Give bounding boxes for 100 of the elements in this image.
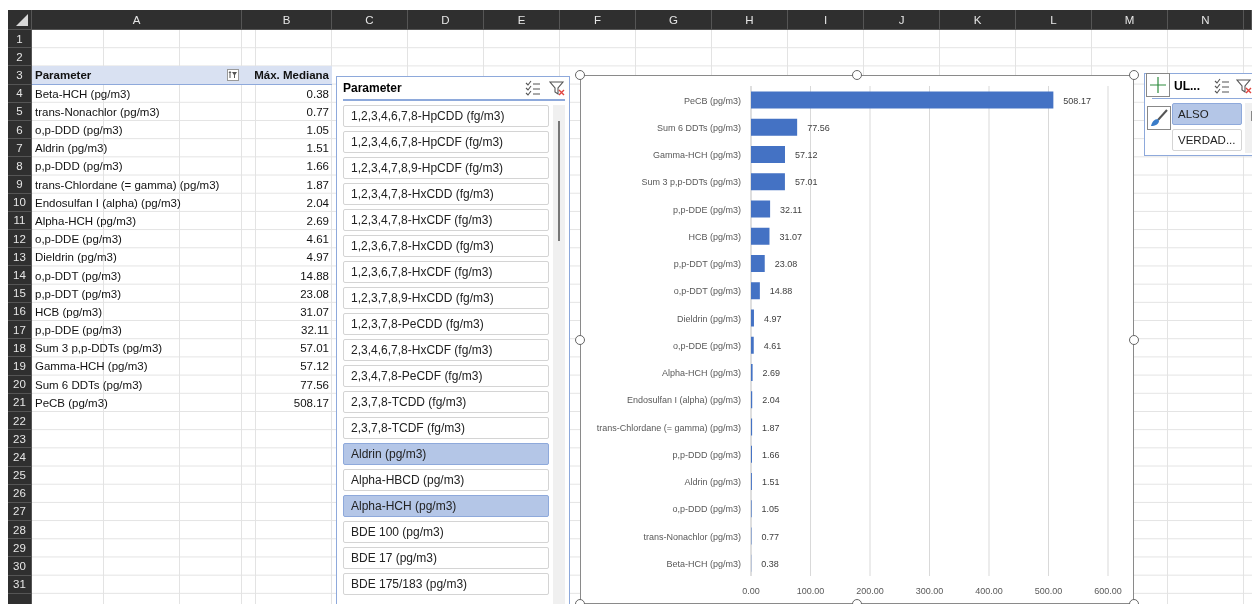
column-header[interactable]: C	[332, 10, 408, 30]
table-cell-text: 1.51	[305, 141, 330, 157]
data-label: 1.51	[761, 477, 780, 487]
multi-select-button[interactable]	[1214, 78, 1230, 94]
row-header[interactable]: 24	[8, 448, 32, 467]
table-cell-text: 4.61	[305, 232, 330, 248]
column-header[interactable]: M	[1092, 10, 1168, 30]
slicer-item[interactable]: 1,2,3,6,7,8-HxCDF (fg/m3)	[343, 261, 550, 283]
column-header[interactable]: J	[864, 10, 940, 30]
clear-filter-button[interactable]	[549, 80, 565, 96]
table-cell-text: 31.07	[299, 304, 330, 320]
row-header[interactable]: 19	[8, 357, 32, 376]
bar	[751, 173, 785, 191]
column-header[interactable]: A	[32, 10, 242, 30]
scrollbar-thumb[interactable]	[558, 121, 561, 241]
axis-label: trans-Chlordane (= gamma) (pg/m3)	[596, 422, 741, 433]
column-header[interactable]: B	[242, 10, 332, 30]
row-header[interactable]: 2	[8, 48, 32, 67]
slicer-item[interactable]: 1,2,3,4,7,8,9-HpCDF (fg/m3)	[343, 157, 550, 179]
data-label: 1.66	[762, 449, 780, 460]
bar	[751, 255, 765, 272]
slicer-item[interactable]: BDE 100 (pg/m3)	[343, 521, 550, 543]
resize-handle[interactable]	[575, 70, 585, 80]
row-header[interactable]: 3	[8, 66, 32, 85]
table-cell-text: p,p-DDD (pg/m3)	[34, 159, 124, 175]
clear-filter-button[interactable]	[1236, 78, 1252, 94]
slicer-title: UL...	[1174, 79, 1201, 93]
row-header[interactable]: 28	[8, 521, 32, 540]
select-all-button[interactable]	[8, 10, 32, 30]
row-header[interactable]: 29	[8, 539, 32, 558]
slicer-item[interactable]: Alpha-HBCD (pg/m3)	[343, 469, 550, 491]
table-cell-text: 23.08	[299, 286, 330, 302]
column-header[interactable]: G	[636, 10, 712, 30]
axis-label: PeCB (pg/m3)	[683, 95, 741, 106]
multi-select-button[interactable]	[525, 80, 541, 96]
axis-tick-label: 100.00	[796, 586, 825, 596]
data-label: 1.05	[761, 504, 780, 515]
data-label: 23.08	[774, 259, 798, 269]
column-header[interactable]: L	[1016, 10, 1092, 30]
slicer-item[interactable]: 1,2,3,4,6,7,8-HpCDD (fg/m3)	[343, 105, 550, 127]
column-header[interactable]: H	[712, 10, 788, 30]
slicer-item[interactable]: 1,2,3,4,6,7,8-HpCDF (fg/m3)	[343, 131, 550, 153]
slicer-item[interactable]: ALSO	[1172, 103, 1242, 125]
axis-label: o,p-DDT (pg/m3)	[673, 286, 741, 297]
slicer-item[interactable]: 2,3,4,7,8-PeCDF (fg/m3)	[343, 365, 550, 387]
data-label: 4.61	[763, 340, 782, 351]
axis-label: o,p-DDE (pg/m3)	[672, 340, 741, 351]
column-header[interactable]: E	[484, 10, 560, 30]
row-header[interactable]: 8	[8, 157, 32, 176]
row-header[interactable]: 18	[8, 339, 32, 358]
axis-label: HCB (pg/m3)	[688, 231, 741, 242]
table-cell-text: o,p-DDE (pg/m3)	[34, 232, 123, 248]
slicer-item[interactable]: 1,2,3,4,7,8-HxCDF (fg/m3)	[343, 209, 550, 231]
slicer-item[interactable]: 1,2,3,7,8-PeCDD (fg/m3)	[343, 313, 550, 335]
row-header[interactable]: 7	[8, 139, 32, 158]
data-label: 2.04	[762, 395, 780, 406]
axis-label: Endosulfan I (alpha) (pg/m3)	[626, 395, 741, 406]
resize-handle[interactable]	[1129, 70, 1139, 80]
data-label: 57.01	[794, 177, 818, 188]
table-cell-text: p,p-DDT (pg/m3)	[34, 286, 123, 302]
slicer-item[interactable]: BDE 17 (pg/m3)	[343, 547, 550, 569]
column-header[interactable]: N	[1168, 10, 1244, 30]
column-header[interactable]: D	[408, 10, 484, 30]
table-cell-text: Sum 6 DDTs (pg/m3)	[34, 377, 144, 393]
row-header[interactable]: 23	[8, 430, 32, 449]
row-header[interactable]: 17	[8, 321, 32, 340]
slicer-item[interactable]: 1,2,3,7,8,9-HxCDD (fg/m3)	[343, 287, 550, 309]
slicer-item[interactable]: 1,2,3,4,7,8-HxCDD (fg/m3)	[343, 183, 550, 205]
column-header[interactable]: K	[940, 10, 1016, 30]
resize-handle[interactable]	[852, 70, 862, 80]
slicer-item[interactable]: 2,3,4,6,7,8-HxCDF (fg/m3)	[343, 339, 550, 361]
resize-handle[interactable]	[1129, 334, 1139, 345]
axis-label: o,p-DDD (pg/m3)	[672, 504, 741, 515]
column-header[interactable]: I	[788, 10, 864, 30]
axis-label: Beta-HCH (pg/m3)	[666, 558, 741, 569]
row-header[interactable]: 1	[8, 30, 32, 49]
scrollbar[interactable]	[553, 105, 565, 604]
sort-filter-button[interactable]	[227, 68, 239, 81]
table-cell-text: 57.12	[299, 359, 330, 375]
bar	[751, 227, 770, 245]
table-cell-text: trans-Nonachlor (pg/m3)	[34, 104, 161, 120]
slicer-item[interactable]: Aldrin (pg/m3)	[343, 443, 550, 465]
triangle-icon	[15, 13, 29, 27]
table-cell-text: 4.97	[305, 250, 330, 266]
data-label: 32.11	[780, 204, 802, 215]
table-cell-text: 2.69	[305, 213, 330, 229]
row-header[interactable]: 13	[8, 248, 32, 267]
slicer-item[interactable]: BDE 175/183 (pg/m3)	[343, 573, 550, 595]
row-header[interactable]: 14	[8, 266, 32, 285]
resize-handle[interactable]	[575, 334, 585, 345]
slicer-item[interactable]: Alpha-HCH (pg/m3)	[343, 495, 550, 517]
slicer-item[interactable]: 2,3,7,8-TCDF (fg/m3)	[343, 417, 550, 439]
slicer-item[interactable]: 2,3,7,8-TCDD (fg/m3)	[343, 391, 550, 413]
row-header[interactable]: 30	[8, 557, 32, 576]
row-header[interactable]: 12	[8, 230, 32, 249]
bar	[751, 146, 785, 163]
slicer-item[interactable]: VERDAD...	[1172, 129, 1242, 151]
column-header[interactable]: F	[560, 10, 636, 30]
axis-label: Sum 6 DDTs (pg/m3)	[656, 122, 741, 133]
slicer-item[interactable]: 1,2,3,6,7,8-HxCDD (fg/m3)	[343, 235, 550, 257]
